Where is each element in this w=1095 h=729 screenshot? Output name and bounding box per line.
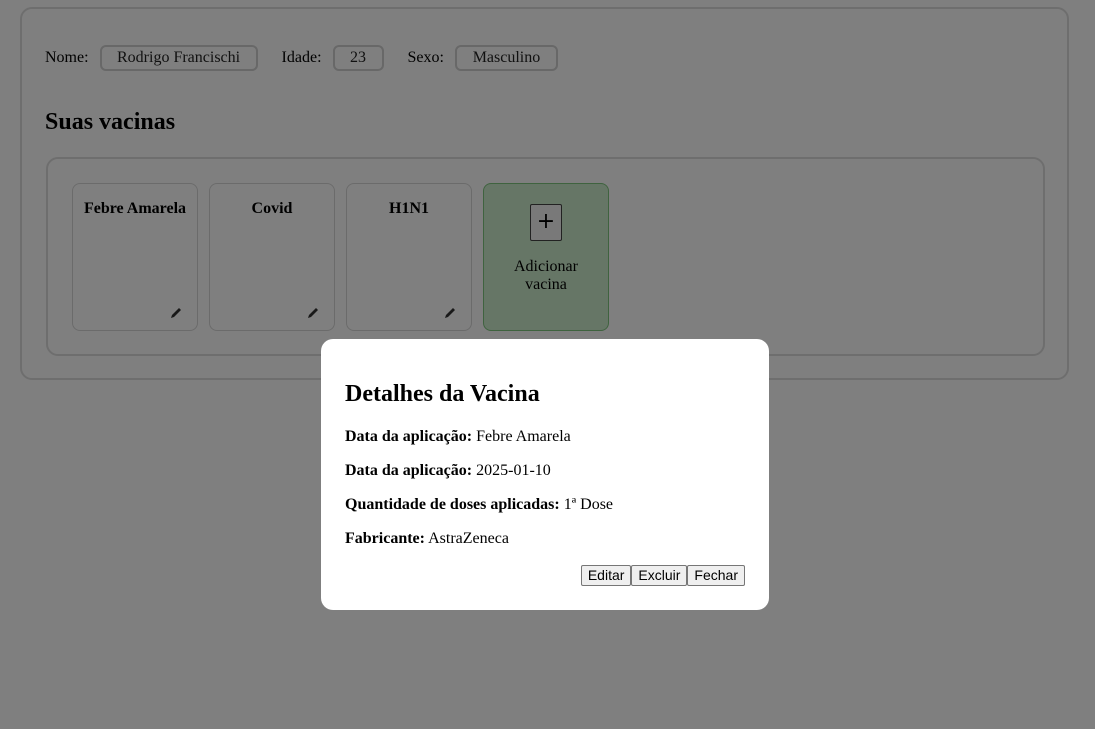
detail-value: AstraZeneca: [428, 530, 509, 547]
detail-row: Data da aplicação: 2025-01-10: [345, 462, 551, 480]
detail-label: Data da aplicação:: [345, 428, 473, 445]
detail-row: Quantidade de doses aplicadas: 1ª Dose: [345, 496, 613, 514]
detail-value: 2025-01-10: [476, 462, 551, 479]
detail-label: Quantidade de doses aplicadas:: [345, 496, 560, 513]
detail-row: Fabricante: AstraZeneca: [345, 530, 509, 548]
detail-label: Fabricante:: [345, 530, 425, 547]
detail-value: Febre Amarela: [476, 428, 571, 445]
detail-label: Data da aplicação:: [345, 462, 473, 479]
detail-value: 1ª Dose: [563, 496, 614, 513]
edit-button[interactable]: Editar: [580, 565, 632, 586]
detail-row: Data da aplicação: Febre Amarela: [345, 428, 571, 446]
vaccine-details-modal: Detalhes da Vacina Data da aplicação: Fe…: [321, 339, 769, 610]
modal-title: Detalhes da Vacina: [345, 381, 540, 407]
close-button[interactable]: Fechar: [687, 565, 745, 586]
delete-button[interactable]: Excluir: [631, 565, 688, 586]
modal-actions: Editar Excluir Fechar: [580, 565, 745, 586]
